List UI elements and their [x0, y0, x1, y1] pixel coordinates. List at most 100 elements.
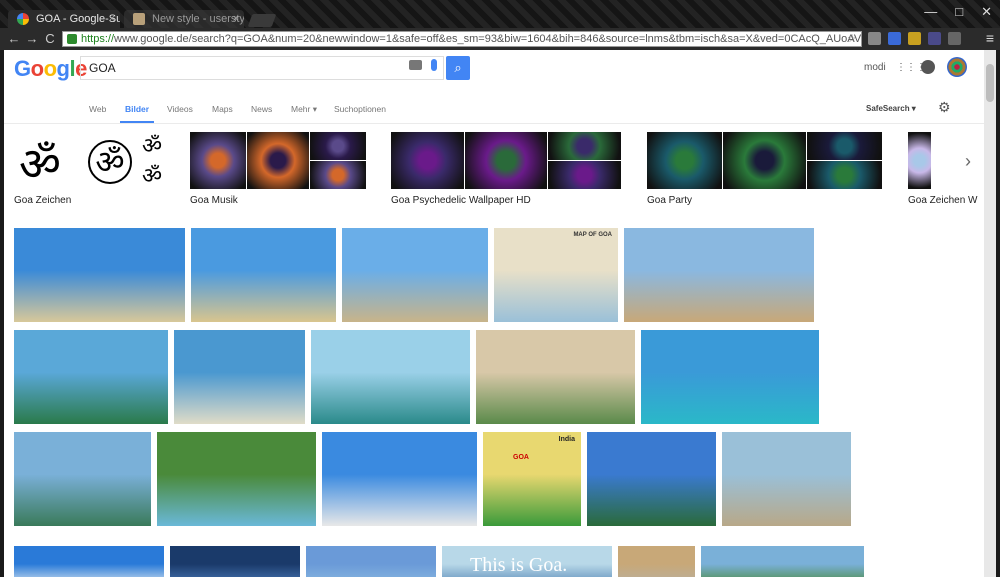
gear-icon[interactable]: ⚙ [938, 99, 951, 116]
back-button[interactable]: ← [6, 31, 22, 47]
image-result[interactable] [14, 546, 164, 577]
related-thumbnail-image [908, 132, 931, 189]
image-result[interactable] [157, 432, 316, 526]
image-result[interactable] [722, 432, 851, 526]
related-thumbnails: ॐ ॐ ॐ ॐ [14, 132, 174, 191]
forward-button[interactable]: → [24, 31, 40, 47]
related-thumbnail-image [190, 132, 246, 189]
google-images-page: Google GOA ⌕ modi ⋮⋮⋮ Web Bilder Videos … [4, 50, 984, 577]
extension-grey-icon[interactable] [948, 32, 961, 45]
safesearch-dropdown[interactable]: SafeSearch ▾ [866, 104, 916, 113]
image-result[interactable] [342, 228, 488, 322]
logo-letter: g [56, 56, 70, 81]
image-result[interactable] [476, 330, 635, 424]
image-result[interactable]: MAP OF GOA [494, 228, 618, 322]
map-label-india: India [558, 436, 575, 443]
related-thumbnail-image [807, 161, 882, 189]
scrollbar-thumb[interactable] [986, 64, 994, 102]
related-thumbnail-image [723, 132, 806, 189]
related-thumbnail-image [247, 132, 309, 189]
notifications-icon[interactable] [921, 60, 935, 74]
browser-toolbar: ← → C https://www.google.de/search?q=GOA… [0, 28, 1000, 50]
related-thumbnails [647, 132, 883, 190]
url-scheme: https:// [81, 33, 115, 45]
apps-grid-icon[interactable]: ⋮⋮⋮ [896, 62, 926, 74]
image-result[interactable] [311, 330, 470, 424]
image-result[interactable] [587, 432, 716, 526]
nav-maps[interactable]: Maps [212, 104, 233, 114]
search-button[interactable]: ⌕ [446, 56, 470, 80]
related-label: Goa Musik [190, 195, 238, 206]
tab-close-icon[interactable]: × [233, 10, 239, 28]
map-label-goa: GOA [513, 454, 529, 461]
camera-icon[interactable] [409, 60, 422, 70]
tab-title: New style - userstyles.org [152, 13, 244, 25]
new-tab-button[interactable] [247, 14, 277, 27]
chevron-right-icon[interactable]: › [956, 146, 980, 176]
logo-letter: o [30, 56, 44, 81]
search-input[interactable]: GOA [80, 56, 444, 80]
tab-google[interactable]: GOA - Google-Suche × [8, 10, 120, 28]
userstyles-favicon-icon [133, 13, 145, 25]
nav-suchoptionen[interactable]: Suchoptionen [334, 104, 386, 114]
divider [4, 123, 984, 124]
om-symbol-circle: ॐ [88, 140, 132, 184]
bookmark-star-icon[interactable]: ☆ [847, 32, 857, 46]
related-label: Goa Zeichen [14, 195, 72, 206]
url-text: www.google.de/search?q=GOA&num=20&newwin… [114, 33, 862, 45]
image-result[interactable] [14, 432, 151, 526]
address-bar[interactable]: https://www.google.de/search?q=GOA&num=2… [62, 31, 862, 47]
nav-web[interactable]: Web [89, 104, 106, 114]
scrollbar[interactable] [984, 50, 996, 577]
image-result[interactable] [641, 330, 819, 424]
image-result[interactable] [14, 330, 168, 424]
nav-mehr[interactable]: Mehr ▾ [291, 104, 317, 115]
logo-letter: G [14, 56, 31, 81]
tab-title: GOA - Google-Suche [36, 13, 120, 25]
image-result[interactable] [701, 546, 864, 577]
image-result[interactable] [14, 228, 185, 322]
image-caption-text: This is Goa. [470, 554, 568, 576]
browser-menu-icon[interactable]: ≡ [986, 30, 994, 46]
reload-button[interactable]: C [42, 31, 58, 47]
related-thumbnail-image [548, 132, 621, 160]
related-thumbnails [190, 132, 367, 190]
close-window-button[interactable]: ✕ [981, 4, 992, 20]
related-label: Goa Party [647, 195, 693, 206]
image-result[interactable] [191, 228, 336, 322]
nav-videos[interactable]: Videos [167, 104, 193, 114]
google-logo[interactable]: Google [14, 56, 87, 82]
nav-news[interactable]: News [251, 104, 272, 114]
minimize-button[interactable]: — [924, 4, 937, 20]
extension-cloud-icon[interactable] [928, 32, 941, 45]
om-symbol-large: ॐ [19, 137, 61, 191]
maximize-button[interactable]: □ [955, 4, 963, 20]
image-result[interactable] [306, 546, 436, 577]
microphone-icon[interactable] [431, 59, 437, 71]
image-result[interactable] [322, 432, 477, 526]
lock-icon [67, 34, 77, 44]
image-result[interactable] [618, 546, 695, 577]
related-thumbnail-image [647, 132, 722, 189]
related-label: Goa Psychedelic Wallpaper HD [391, 195, 531, 206]
extension-download-icon[interactable] [868, 32, 881, 45]
image-result[interactable]: This is Goa. [442, 546, 612, 577]
related-thumbnail-image [391, 132, 464, 189]
avatar[interactable] [947, 57, 967, 77]
related-thumbnail-image [310, 132, 366, 160]
user-name[interactable]: modi [864, 62, 886, 73]
browser-titlebar: GOA - Google-Suche × New style - usersty… [0, 0, 1000, 28]
google-favicon-icon [17, 13, 29, 25]
extension-blue-icon[interactable] [888, 32, 901, 45]
image-result[interactable]: India GOA [483, 432, 581, 526]
nav-bilder[interactable]: Bilder [125, 104, 149, 114]
image-result[interactable] [170, 546, 300, 577]
extension-stylish-icon[interactable] [908, 32, 921, 45]
map-title: MAP OF GOA [573, 232, 612, 238]
tab-close-icon[interactable]: × [109, 10, 115, 28]
image-result[interactable] [624, 228, 814, 322]
related-thumbnail-image [465, 132, 547, 189]
tab-userstyles[interactable]: New style - userstyles.org × [124, 10, 244, 28]
om-symbol-small: ॐ [142, 164, 163, 189]
image-result[interactable] [174, 330, 305, 424]
